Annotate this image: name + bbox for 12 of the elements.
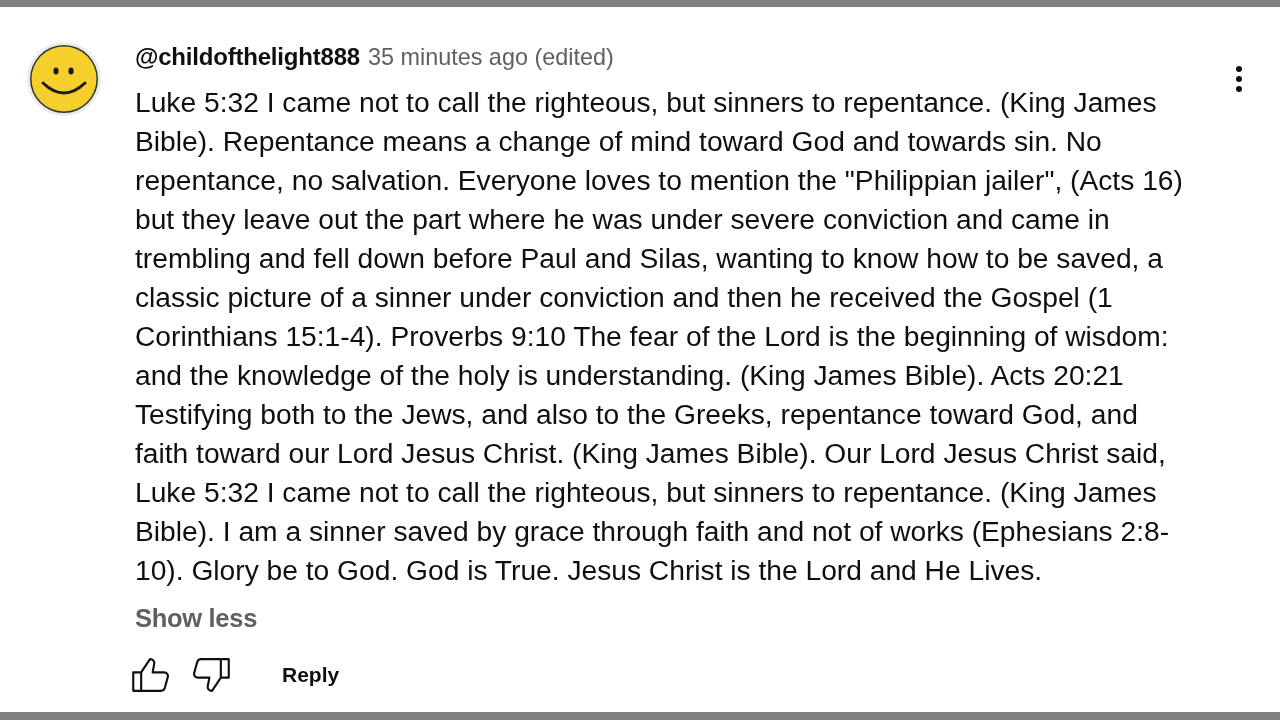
comment-author[interactable]: @childofthelight888 — [135, 41, 360, 73]
dislike-button[interactable] — [193, 657, 230, 693]
reply-button[interactable]: Reply — [282, 660, 340, 690]
kebab-menu-icon — [1235, 65, 1243, 93]
smiley-avatar-icon — [26, 41, 102, 117]
thumbs-up-icon — [132, 657, 169, 693]
more-options-button[interactable] — [1233, 64, 1245, 94]
comment-timestamp: 35 minutes ago (edited) — [367, 43, 614, 72]
show-less-button[interactable]: Show less — [135, 603, 257, 633]
like-button[interactable] — [132, 657, 169, 693]
comment-text: Luke 5:32 I came not to call the righteous, but sinners to repentance. (King James Bible). Repentance means a change of mind toward God and towards sin. No repentance, no salvation. Everyone loves to mention the "Philippian jailer", (Acts 16) but they leave out the part where he was under severe conviction and came in trembling and fell down before Paul and Silas, wanting to know how to be saved, a classic picture of a sinner under conviction and then he received the Gospel (1 Corinthians 15:1-4). Proverbs 9:10 The fear of the Lord is the beginning of wisdom: and the knowledge of the holy is understanding. (King James Bible). Acts 20:21 Testifying both to the Jews, and also to the Greeks, repentance toward God, and faith toward our Lord Jesus Christ. (King James Bible). Our Lord Jesus Christ said, Luke 5:32 I came not to call the righteous, but sinners to repentance. (King James Bible). I am a sinner saved by grace through faith and not of works (Ephesians 2:8-10). Glory be to God. God is True. Jesus Christ is the Lord and He Lives. — [135, 85, 1184, 588]
thumbs-down-icon — [193, 657, 230, 693]
